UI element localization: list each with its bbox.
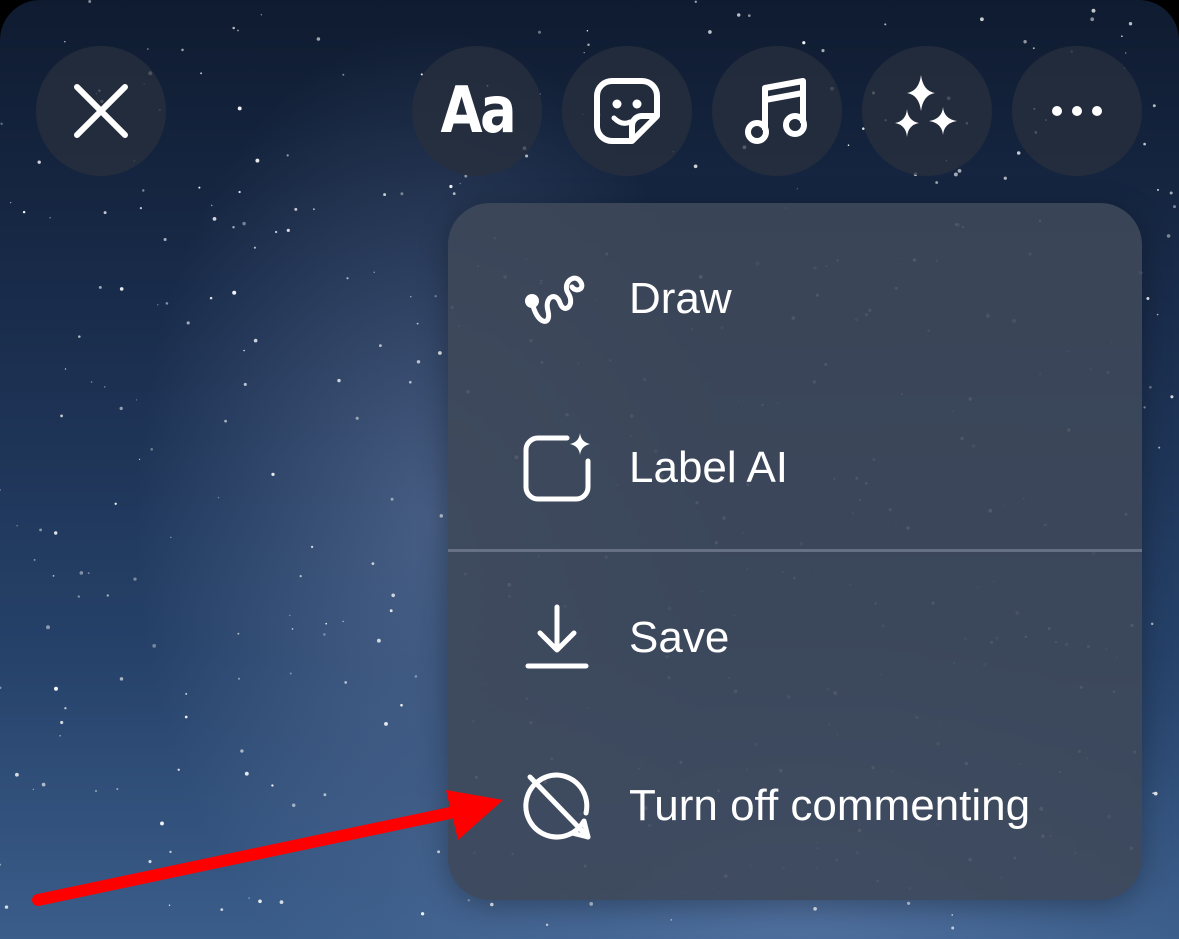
more-options-menu: Draw Label AI Save Turn off commenting (448, 203, 1142, 900)
music-note-icon (745, 78, 807, 144)
draw-squiggle-icon (522, 264, 592, 334)
menu-item-label: Save (629, 613, 730, 662)
text-tool-label: Aa (440, 74, 516, 148)
close-button[interactable] (36, 46, 166, 176)
close-icon (74, 84, 128, 138)
menu-item-label: Label AI (629, 443, 789, 492)
menu-item-save[interactable]: Save (448, 563, 1142, 713)
menu-item-turn-off-commenting[interactable]: Turn off commenting (448, 731, 1142, 881)
download-icon (522, 603, 592, 673)
comment-off-icon (522, 771, 592, 841)
effects-button[interactable] (862, 46, 992, 176)
ai-label-icon (522, 433, 592, 503)
menu-item-label-ai[interactable]: Label AI (448, 393, 1142, 543)
sticker-button[interactable] (562, 46, 692, 176)
menu-item-draw[interactable]: Draw (448, 224, 1142, 374)
menu-divider (448, 549, 1142, 552)
sticker-icon (594, 78, 660, 144)
music-button[interactable] (712, 46, 842, 176)
menu-item-label: Draw (629, 274, 732, 323)
sparkles-icon (895, 75, 957, 137)
menu-item-label: Turn off commenting (629, 781, 1031, 830)
story-editor-screen: Aa Draw Label AI Save Turn off commentin… (0, 0, 1179, 939)
text-tool-button[interactable]: Aa (412, 46, 542, 176)
more-options-button[interactable] (1012, 46, 1142, 176)
more-horizontal-icon (1052, 106, 1102, 116)
